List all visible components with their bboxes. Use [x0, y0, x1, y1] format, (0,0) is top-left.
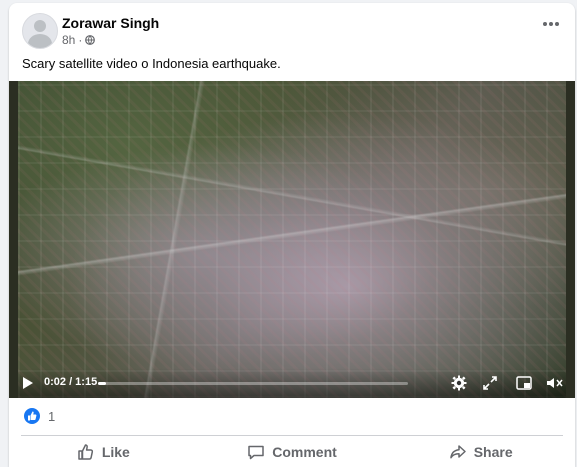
globe-icon[interactable]	[85, 35, 96, 45]
volume-icon[interactable]	[545, 374, 563, 392]
more-dot	[543, 22, 547, 26]
video-controls: 0:02 / 1:15	[18, 368, 566, 398]
reaction-count[interactable]: 1	[48, 409, 55, 424]
reaction-summary[interactable]: 1	[24, 408, 55, 424]
post-caption: Scary satellite video o Indonesia earthq…	[22, 56, 281, 71]
more-dot	[549, 22, 553, 26]
post-meta: 8h ·	[62, 33, 96, 47]
like-button[interactable]: Like	[9, 436, 198, 467]
fullscreen-icon[interactable]	[481, 374, 499, 392]
author-name[interactable]: Zorawar Singh	[62, 15, 159, 31]
more-options-button[interactable]	[541, 17, 561, 31]
comment-icon	[248, 445, 264, 460]
video-progress-bar[interactable]	[98, 382, 408, 385]
avatar-body-shape	[28, 34, 52, 48]
video-time: 0:02 / 1:15	[44, 376, 98, 388]
share-button[interactable]: Share	[386, 436, 575, 467]
meta-separator: ·	[78, 33, 83, 47]
post-card: Zorawar Singh 8h · Scary satellite video…	[9, 3, 575, 467]
settings-icon[interactable]	[450, 374, 468, 392]
miniplayer-icon[interactable]	[515, 374, 533, 392]
play-icon[interactable]	[23, 377, 33, 389]
avatar-head-shape	[34, 20, 46, 32]
post-timestamp[interactable]: 8h	[62, 33, 75, 47]
action-bar: Like Comment Share	[9, 436, 575, 467]
video-player[interactable]: 0:02 / 1:15	[9, 81, 575, 398]
video-frame[interactable]	[18, 81, 566, 398]
more-dot	[555, 22, 559, 26]
avatar[interactable]	[22, 13, 58, 49]
thumbs-up-icon	[78, 444, 93, 460]
video-progress-fill	[98, 382, 107, 385]
like-reaction-icon	[24, 408, 40, 424]
like-label: Like	[101, 444, 130, 460]
share-icon	[449, 445, 466, 459]
comment-label: Comment	[272, 444, 337, 460]
share-label: Share	[473, 444, 513, 460]
comment-button[interactable]: Comment	[198, 436, 387, 467]
